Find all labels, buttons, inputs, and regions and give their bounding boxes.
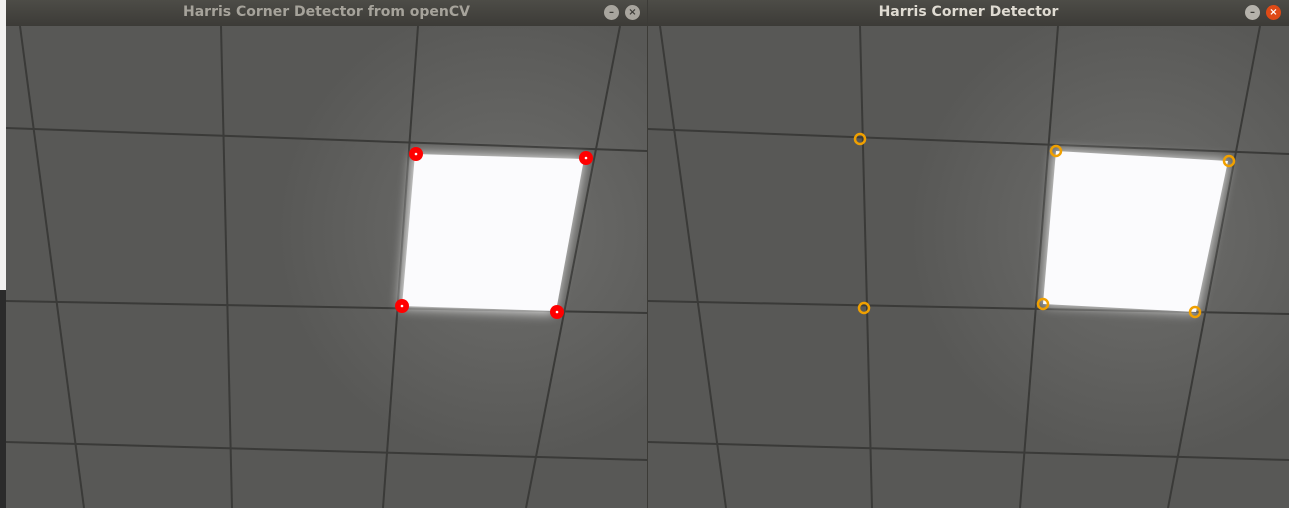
minimize-icon[interactable]: –: [1245, 5, 1260, 20]
custom-corner-window[interactable]: Harris Corner Detector – ×: [648, 0, 1289, 508]
close-icon[interactable]: ×: [625, 5, 640, 20]
window-titlebar[interactable]: Harris Corner Detector from openCV – ×: [6, 0, 647, 27]
ceiling-image: [648, 26, 1289, 508]
window-title: Harris Corner Detector: [878, 4, 1059, 20]
light-panel: [1043, 151, 1228, 312]
close-icon[interactable]: ×: [1266, 5, 1281, 20]
window-title: Harris Corner Detector from openCV: [183, 4, 470, 20]
window-titlebar[interactable]: Harris Corner Detector – ×: [648, 0, 1289, 27]
light-panel: [402, 154, 584, 311]
minimize-icon[interactable]: –: [604, 5, 619, 20]
ceiling-image: [6, 26, 647, 508]
image-canvas: [6, 26, 647, 508]
image-canvas: [648, 26, 1289, 508]
opencv-corner-window[interactable]: Harris Corner Detector from openCV – ×: [6, 0, 647, 508]
